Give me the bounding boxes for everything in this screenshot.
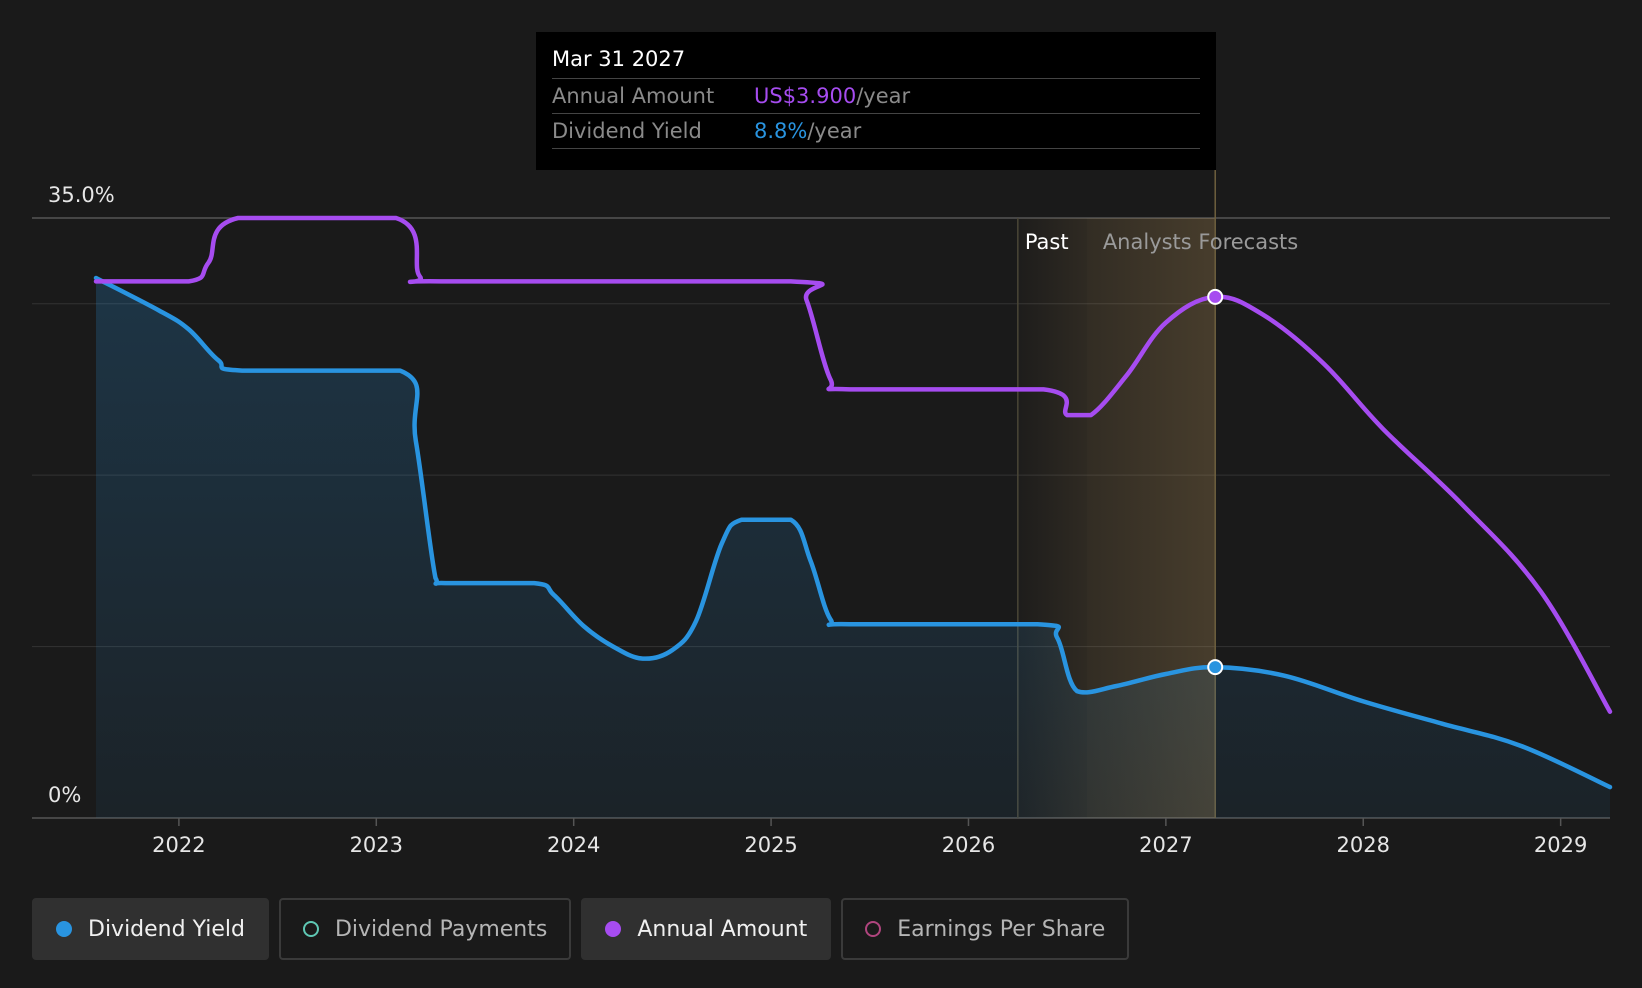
series-area-dividend-yield	[96, 278, 1610, 818]
tooltip-unit: /year	[807, 119, 862, 143]
legend-label: Earnings Per Share	[897, 916, 1106, 942]
legend-item-earnings-per-share[interactable]: Earnings Per Share	[841, 898, 1130, 960]
legend-label: Dividend Payments	[334, 916, 548, 942]
x-tick-label: 2029	[1534, 833, 1587, 857]
tooltip-date: Mar 31 2027	[552, 47, 686, 71]
legend-dot-icon	[56, 921, 72, 937]
tooltip-label: Dividend Yield	[552, 119, 702, 143]
x-tick-label: 2026	[942, 833, 995, 857]
x-tick-label: 2025	[744, 833, 797, 857]
y-axis-label-top: 35.0%	[48, 183, 115, 207]
legend-item-annual-amount[interactable]: Annual Amount	[581, 898, 832, 960]
x-tick-label: 2022	[152, 833, 205, 857]
legend-item-dividend-payments[interactable]: Dividend Payments	[278, 898, 572, 960]
tooltip-label: Annual Amount	[552, 84, 715, 108]
legend-dot-icon	[605, 921, 622, 937]
x-tick-label: 2027	[1139, 833, 1192, 857]
legend-ring-icon	[302, 921, 319, 937]
highlight-marker	[1207, 659, 1224, 676]
legend: Dividend Yield Dividend Payments Annual …	[32, 898, 1130, 960]
tooltip-unit: /year	[856, 84, 911, 108]
tooltip: Mar 31 2027 Annual Amount US$3.900 /year…	[536, 32, 1216, 170]
tooltip-value: US$3.900	[754, 84, 857, 108]
legend-label: Dividend Yield	[88, 916, 245, 942]
legend-label: Annual Amount	[637, 916, 808, 942]
legend-ring-icon	[865, 921, 882, 937]
tooltip-row-dividend-yield: Dividend Yield 8.8% /year	[552, 113, 1200, 149]
tooltip-row-annual-amount: Annual Amount US$3.900 /year	[552, 78, 1200, 113]
forecast-label: Analysts Forecasts	[1103, 230, 1298, 254]
x-tick-label: 2024	[547, 833, 600, 857]
y-axis-label-bottom: 0%	[48, 783, 81, 807]
x-tick-label: 2023	[350, 833, 403, 857]
x-tick-label: 2028	[1337, 833, 1390, 857]
past-label: Past	[1025, 230, 1069, 254]
legend-item-dividend-yield[interactable]: Dividend Yield	[32, 898, 269, 960]
highlight-marker	[1207, 288, 1224, 305]
tooltip-value: 8.8%	[754, 119, 808, 143]
